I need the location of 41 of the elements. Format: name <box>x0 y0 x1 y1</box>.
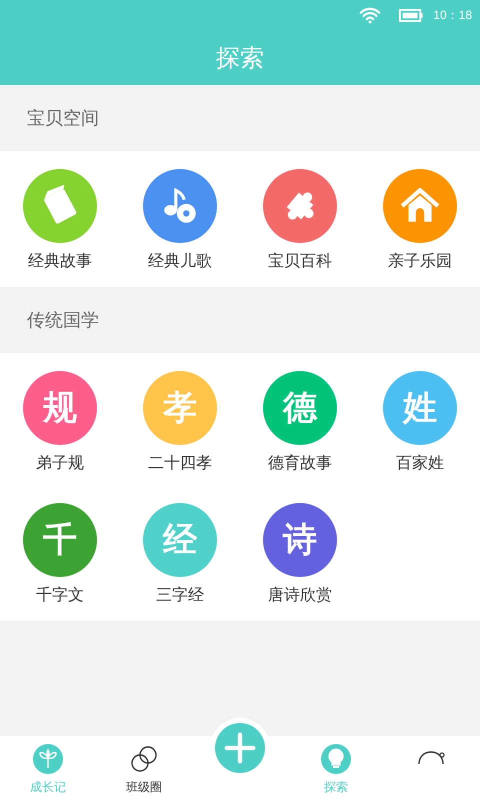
category-item[interactable]: 德 德育故事 <box>240 371 360 481</box>
status-time: 10：18 <box>433 6 472 24</box>
calligraphy-glyph: 诗 <box>283 519 317 562</box>
calligraphy-glyph: 经 <box>163 519 197 562</box>
section-title: 宝贝空间 <box>27 107 99 130</box>
category-item[interactable]: 经典故事 <box>0 169 120 279</box>
category-item[interactable]: 诗 唐诗欣赏 <box>240 503 360 613</box>
wifi-icon <box>359 6 382 24</box>
calligraphy-glyph: 姓 <box>403 387 437 430</box>
calligraphy-glyph: 孝 <box>163 387 197 430</box>
category-label: 二十四孝 <box>148 453 212 474</box>
category-label: 德育故事 <box>268 453 332 474</box>
nav-tab[interactable]: 班级圈 <box>96 736 192 800</box>
category-label: 百家姓 <box>396 453 444 474</box>
category-label: 唐诗欣赏 <box>268 585 332 606</box>
light-bulb-icon <box>321 744 351 774</box>
category-label: 弟子规 <box>36 453 84 474</box>
linked-rings-icon <box>129 744 159 774</box>
category-item[interactable]: 宝贝百科 <box>240 169 360 279</box>
sprout-icon <box>33 744 63 774</box>
category-item[interactable]: 孝 二十四孝 <box>120 371 240 481</box>
calligraphy-glyph: 千 <box>43 519 77 562</box>
category-item[interactable]: 经 三字经 <box>120 503 240 613</box>
category-item[interactable]: 千 千字文 <box>0 503 120 613</box>
category-label: 三字经 <box>156 585 204 606</box>
round-outline-icon <box>417 750 447 765</box>
calligraphy-glyph: 德 <box>283 387 317 430</box>
category-label: 千字文 <box>36 585 84 606</box>
category-label: 经典故事 <box>28 251 92 272</box>
page-title: 探索 <box>216 42 264 74</box>
add-button[interactable] <box>215 723 265 773</box>
category-item[interactable]: 亲子乐园 <box>360 169 480 279</box>
category-label: 亲子乐园 <box>388 251 452 272</box>
battery-icon <box>399 8 424 22</box>
category-item[interactable]: 姓 百家姓 <box>360 371 480 481</box>
calligraphy-glyph: 规 <box>43 387 77 430</box>
category-label: 宝贝百科 <box>268 251 332 272</box>
category-label: 经典儿歌 <box>148 251 212 272</box>
section-title: 传统国学 <box>27 309 99 332</box>
category-item[interactable]: 规 弟子规 <box>0 371 120 481</box>
category-item[interactable]: 经典儿歌 <box>120 169 240 279</box>
